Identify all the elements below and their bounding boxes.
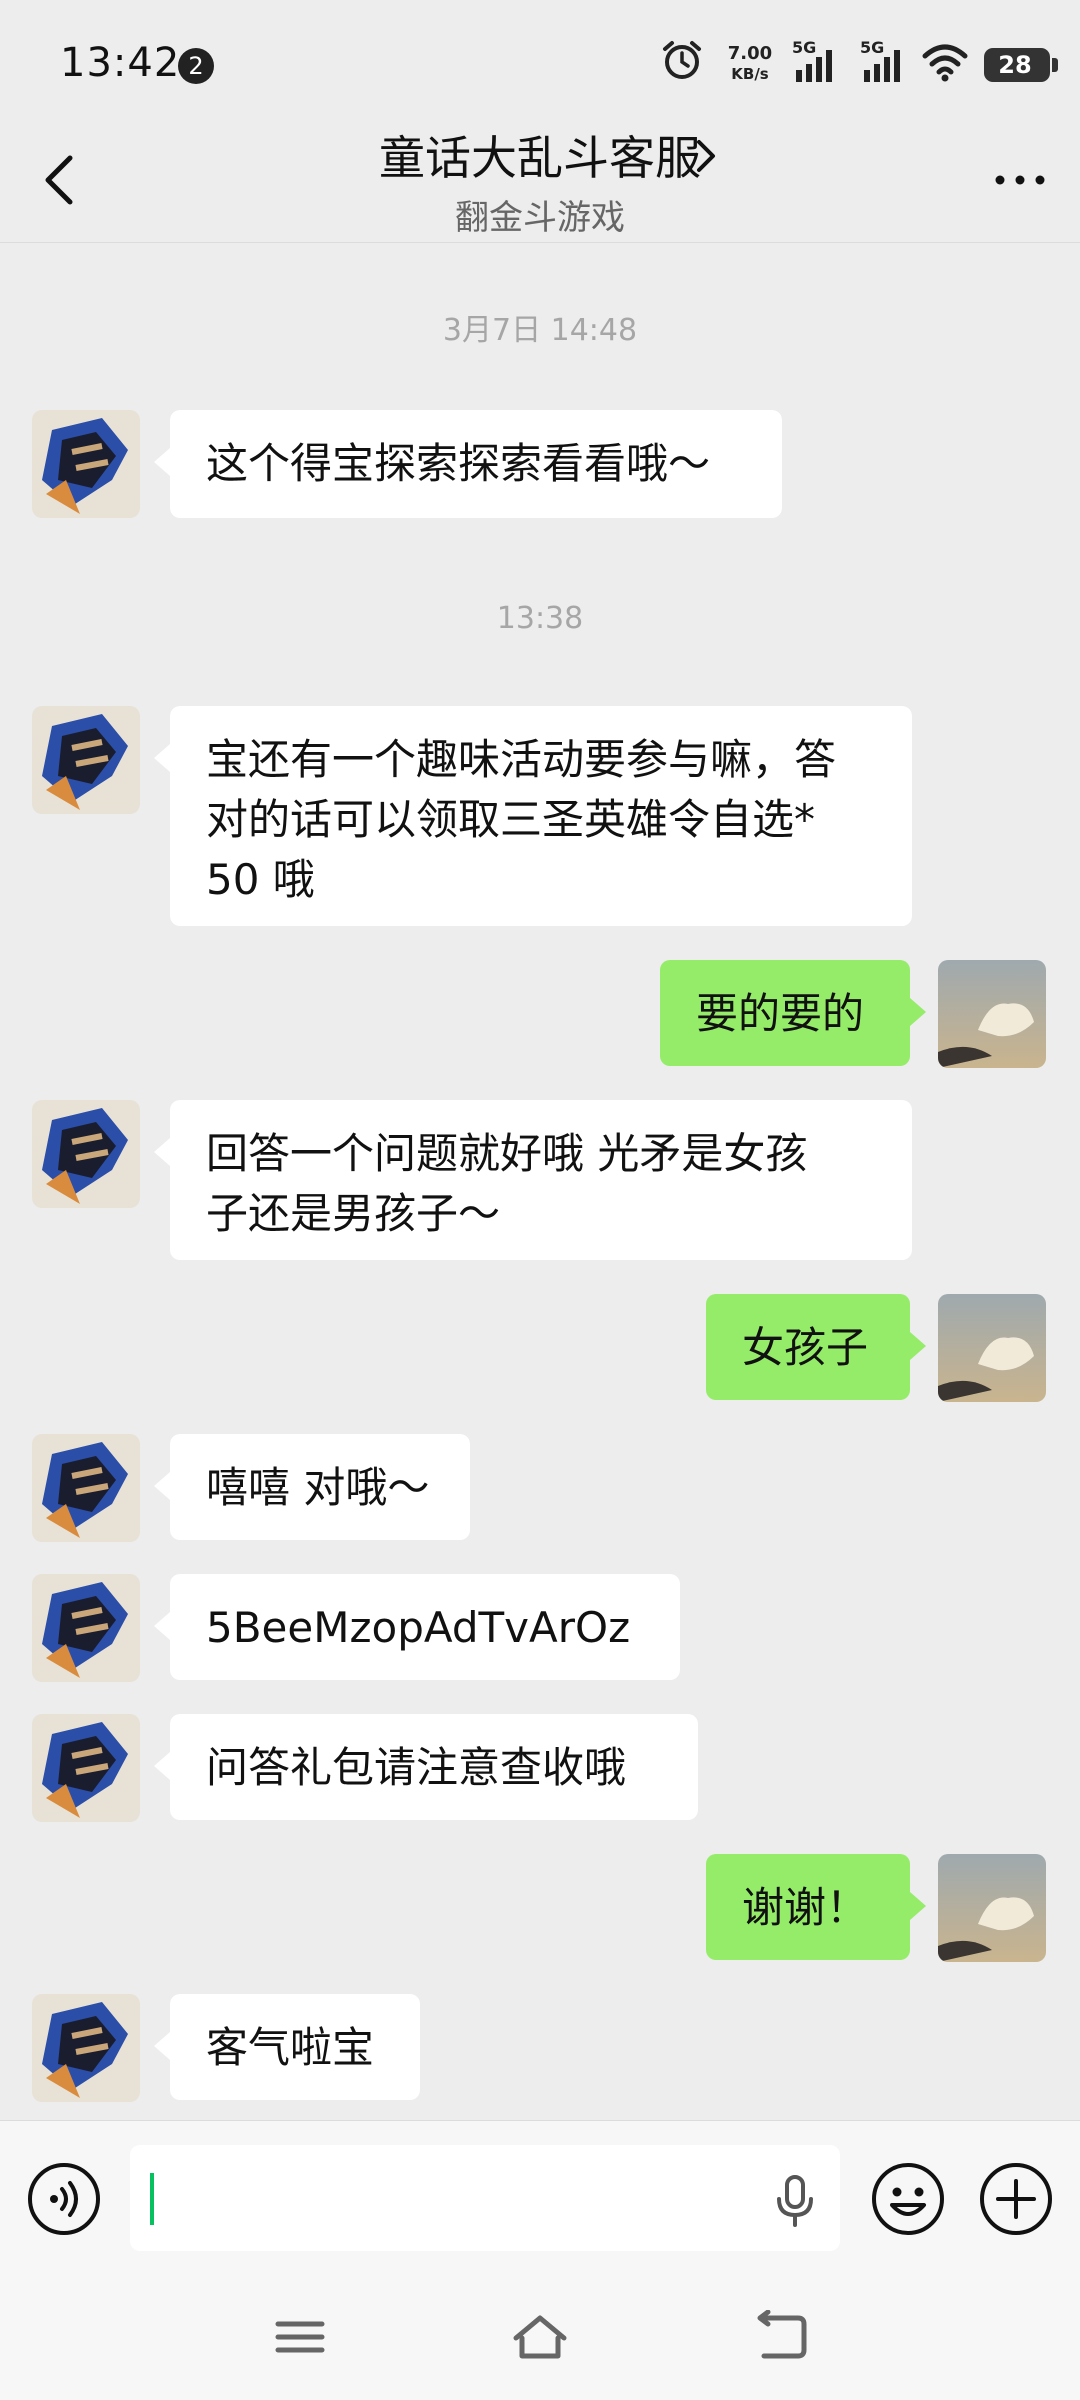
message-text: 客气啦宝 [206, 2023, 375, 2072]
avatar[interactable] [32, 706, 140, 814]
chat-subtitle: 翻金斗游戏 [455, 198, 625, 238]
message-text-line: 50 哦 [206, 855, 315, 904]
message-text-line: 回答一个问题就好哦 光矛是女孩 [206, 1129, 808, 1178]
chat-header: 童话大乱斗客服 翻金斗游戏 [0, 120, 1080, 243]
home-icon[interactable] [510, 2310, 570, 2364]
message-bubble-incoming[interactable]: 这个得宝探索探索看看哦～ [154, 410, 782, 518]
message-text: 嘻嘻 对哦～ [206, 1463, 430, 1512]
battery-icon: 28 [984, 48, 1058, 82]
message-bubble-incoming[interactable]: 问答礼包请注意查收哦 [154, 1714, 698, 1820]
message-bubble-incoming[interactable]: 客气啦宝 [154, 1994, 420, 2100]
message-text: 要的要的 [696, 989, 865, 1038]
my-avatar[interactable] [938, 960, 1046, 1068]
chat-title[interactable]: 童话大乱斗客服 [240, 122, 840, 188]
emoji-icon[interactable] [870, 2161, 946, 2237]
message-bubble-outgoing[interactable]: 谢谢！ [706, 1854, 926, 1960]
signal-icon: 5G [792, 38, 846, 86]
message-bubble-outgoing[interactable]: 要的要的 [660, 960, 926, 1066]
message-text-line: 子还是男孩子～ [206, 1189, 501, 1238]
chevron-right-icon[interactable] [693, 136, 719, 176]
input-bar [0, 2120, 1080, 2271]
avatar[interactable] [32, 1714, 140, 1822]
voice-icon[interactable] [26, 2161, 102, 2237]
status-time: 13:42 [60, 40, 181, 86]
message-bubble-incoming[interactable]: 5BeeMzopAdTvArOz [154, 1574, 680, 1680]
message-bubble-incoming[interactable]: 回答一个问题就好哦 光矛是女孩 子还是男孩子～ [154, 1100, 912, 1260]
more-icon[interactable] [990, 160, 1050, 200]
avatar[interactable] [32, 410, 140, 518]
plus-icon[interactable] [978, 2161, 1054, 2237]
status-icons: 7.00 KB/s 5G 5G 28 [660, 38, 1058, 94]
net-speed-value: 7.00 [727, 43, 773, 64]
system-nav-bar [0, 2270, 1080, 2400]
message-text: 这个得宝探索探索看看哦～ [206, 439, 711, 488]
back-nav-icon[interactable] [752, 2310, 812, 2364]
avatar[interactable] [32, 1434, 140, 1542]
message-text: 5BeeMzopAdTvArOz [206, 1603, 631, 1652]
message-text: 谢谢！ [742, 1883, 869, 1932]
battery-level: 28 [998, 51, 1032, 79]
wifi-icon [922, 44, 968, 82]
status-bar: 13:42 2 7.00 KB/s 5G 5G 28 [0, 0, 1080, 130]
message-input[interactable] [130, 2145, 840, 2251]
alarm-icon [663, 41, 701, 79]
net-speed-unit: KB/s [731, 65, 769, 83]
message-bubble-incoming[interactable]: 嘻嘻 对哦～ [154, 1434, 470, 1540]
signal-icon-2: 5G [860, 38, 914, 86]
timestamp: 13:38 [496, 601, 584, 636]
message-text: 女孩子 [742, 1323, 869, 1372]
timestamp: 3月7日 14:48 [442, 313, 638, 348]
message-bubble-outgoing[interactable]: 女孩子 [706, 1294, 926, 1400]
my-avatar[interactable] [938, 1854, 1046, 1962]
message-text: 问答礼包请注意查收哦 [206, 1743, 627, 1792]
my-avatar[interactable] [938, 1294, 1046, 1402]
avatar[interactable] [32, 1994, 140, 2102]
notification-badge: 2 [178, 48, 214, 84]
avatar[interactable] [32, 1100, 140, 1208]
net-speed: 7.00 KB/s [718, 44, 782, 84]
menu-icon[interactable] [270, 2310, 330, 2364]
back-icon[interactable] [36, 152, 82, 208]
avatar[interactable] [32, 1574, 140, 1682]
message-bubble-incoming[interactable]: 宝还有一个趣味活动要参与嘛，答 对的话可以领取三圣英雄令自选* 50 哦 [154, 706, 912, 926]
mic-icon[interactable] [770, 2173, 820, 2229]
chat-screen: 13:42 2 7.00 KB/s 5G 5G 28 童话大乱斗客服 翻金斗游戏… [0, 0, 1080, 2400]
text-caret [150, 2173, 154, 2225]
message-text-line: 宝还有一个趣味活动要参与嘛，答 [206, 735, 837, 784]
message-text-line: 对的话可以领取三圣英雄令自选* [206, 795, 816, 844]
